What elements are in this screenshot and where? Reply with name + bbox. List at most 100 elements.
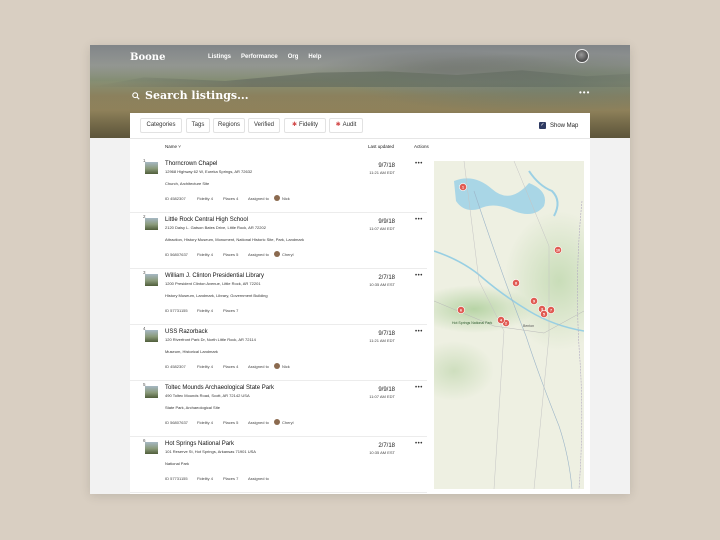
filter-audit[interactable]: ✱ Audit [329, 118, 363, 133]
table-row[interactable]: 3 William J. Clinton Presidential Library… [130, 269, 427, 325]
map-pin[interactable]: 7 [547, 306, 555, 314]
map-pin[interactable]: 4 [497, 316, 505, 324]
listing-name[interactable]: Thorncrown Chapel [165, 161, 217, 167]
last-updated-time: 10:35 AM EST [369, 282, 395, 287]
table-row[interactable]: 6 Hot Springs National Park 101 Reserve St… [130, 437, 427, 493]
last-updated-date: 9/7/18 [378, 163, 395, 169]
row-actions-icon[interactable]: ••• [415, 273, 423, 279]
map-pin[interactable]: 6 [457, 306, 465, 314]
map-pin-label: 7 [550, 308, 552, 312]
listing-fidelity: Fidelity 4 [197, 364, 214, 369]
map-pin-label: 9 [533, 299, 535, 303]
app-logo[interactable]: Boone [130, 52, 165, 63]
row-actions-icon[interactable]: ••• [415, 441, 423, 447]
table-row[interactable]: 2 Little Rock Central High School 2120 Dai… [130, 213, 427, 269]
road-line [473, 190, 573, 489]
assigned-label: Assigned to [248, 476, 269, 481]
nav-listings[interactable]: Listings [208, 54, 231, 60]
nav-performance[interactable]: Performance [241, 54, 278, 60]
listing-thumbnail[interactable] [145, 330, 158, 342]
show-map-label: Show Map [550, 122, 579, 129]
last-updated-time: 10:35 AM EST [369, 450, 395, 455]
listings-panel: Categories Tags Regions Verified ✱ Fideli… [130, 113, 590, 494]
assignee-avatar [274, 419, 280, 425]
listing-thumbnail[interactable] [145, 162, 158, 174]
listing-thumbnail[interactable] [145, 386, 158, 398]
listing-address: 2120 Daisy L. Gatson Bates Drive, Little… [165, 225, 266, 230]
listing-name[interactable]: William J. Clinton Presidential Library [165, 273, 264, 279]
assignee-name[interactable]: Nick [282, 364, 290, 369]
last-updated-date: 2/7/18 [378, 275, 395, 281]
map-pin[interactable]: 5 [540, 310, 548, 318]
listing-categories: State Park, Archaeological Site [165, 405, 220, 410]
listing-places: Places 5 [223, 252, 239, 257]
listing-address: 120 Riverfront Park Dr, North Little Roc… [165, 337, 256, 342]
listing-categories: Attraction, History Museum, Monument, Na… [165, 237, 304, 242]
map-pin[interactable]: 10 [554, 246, 562, 254]
filter-tags[interactable]: Tags [186, 118, 210, 133]
show-map-toggle[interactable]: ✓ Show Map [539, 122, 578, 129]
fidelity-icon: ✱ [291, 122, 297, 128]
filter-audit-label: Audit [342, 122, 357, 128]
listing-id: ID 56807637 [165, 252, 188, 257]
search-icon [132, 91, 140, 100]
road-line [463, 161, 505, 489]
more-options-icon[interactable]: ••• [579, 88, 590, 97]
map-pin[interactable]: 9 [530, 297, 538, 305]
listing-fidelity: Fidelity 4 [197, 252, 214, 257]
listing-thumbnail[interactable] [145, 274, 158, 286]
search-bar[interactable]: Search listings... [132, 89, 249, 102]
search-input[interactable]: Search listings... [145, 89, 249, 102]
column-last-updated[interactable]: Last updated [368, 144, 394, 149]
filter-categories[interactable]: Categories [140, 118, 182, 133]
listing-name[interactable]: USS Razorback [165, 329, 208, 335]
assignee-name[interactable]: Cheryl [282, 420, 294, 425]
checkbox-checked-icon[interactable]: ✓ [539, 122, 546, 129]
listing-name[interactable]: Toltec Mounds Archaeological State Park [165, 385, 274, 391]
listing-thumbnail[interactable] [145, 442, 158, 454]
table-row[interactable]: 4 USS Razorback 120 Riverfront Park Dr, No… [130, 325, 427, 381]
listing-id: ID 57731155 [165, 308, 188, 313]
listing-fidelity: Fidelity 4 [197, 420, 214, 425]
listing-places: Places 7 [223, 308, 239, 313]
listing-id: ID 4582307 [165, 196, 186, 201]
listing-places: Places 4 [223, 364, 239, 369]
map-canvas: 11089624357 Hot Springs National Park Be… [434, 161, 584, 489]
map-pin-label: 2 [505, 321, 507, 325]
filter-regions[interactable]: Regions [213, 118, 245, 133]
map-pin[interactable]: 8 [512, 279, 520, 287]
hero-mountains [90, 70, 630, 87]
listing-places: Places 7 [223, 476, 239, 481]
row-actions-icon[interactable]: ••• [415, 161, 423, 167]
last-updated-time: 11:21 AM EDT [369, 338, 395, 343]
row-actions-icon[interactable]: ••• [415, 217, 423, 223]
listing-id: ID 57731155 [165, 476, 188, 481]
assignee-name[interactable]: Cheryl [282, 252, 294, 257]
column-name[interactable]: Name ˅ [165, 144, 181, 149]
map-pin[interactable]: 1 [459, 183, 467, 191]
table-row[interactable]: 5 Toltec Mounds Archaeological State Park… [130, 381, 427, 437]
audit-icon: ✱ [335, 122, 341, 128]
nav-help[interactable]: Help [308, 54, 321, 60]
filter-fidelity[interactable]: ✱ Fidelity [284, 118, 326, 133]
user-avatar[interactable] [575, 49, 589, 63]
listing-id: ID 4582307 [165, 364, 186, 369]
assignee-avatar [274, 195, 280, 201]
listing-name[interactable]: Hot Springs National Park [165, 441, 234, 447]
map-view[interactable]: 1 10 8 9 6 2 4 3 5 7 Hot Springs National Park Be… [434, 161, 584, 489]
nav-org[interactable]: Org [288, 54, 299, 60]
listing-places: Places 5 [223, 420, 239, 425]
map-pin-label: 10 [556, 248, 560, 252]
map-pin-label: 5 [543, 312, 545, 316]
last-updated-date: 9/9/18 [378, 219, 395, 225]
row-actions-icon[interactable]: ••• [415, 329, 423, 335]
table-row[interactable]: 1 Thorncrown Chapel 12968 Highway 62 W, Eu… [130, 157, 427, 213]
assignee-name[interactable]: Nick [282, 196, 290, 201]
filter-verified[interactable]: Verified [248, 118, 280, 133]
listing-name[interactable]: Little Rock Central High School [165, 217, 248, 223]
road-line [434, 300, 584, 334]
row-actions-icon[interactable]: ••• [415, 385, 423, 391]
listing-thumbnail[interactable] [145, 218, 158, 230]
listing-id: ID 56807637 [165, 420, 188, 425]
listing-categories: Museum, Historical Landmark [165, 349, 218, 354]
